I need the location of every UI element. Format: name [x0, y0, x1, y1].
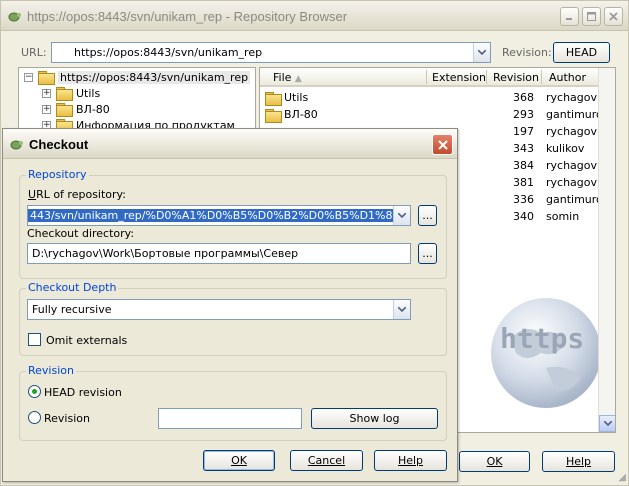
- repository-url-dropdown-arrow[interactable]: [393, 206, 410, 225]
- url-label: URL:: [21, 46, 47, 59]
- maximize-icon: [587, 12, 596, 21]
- close-icon: [609, 12, 618, 21]
- help-button[interactable]: Help: [374, 450, 447, 471]
- head-revision-radio[interactable]: [28, 385, 41, 398]
- folder-icon: [265, 109, 282, 123]
- browse-directory-button[interactable]: ...: [418, 243, 437, 264]
- dialog-titlebar[interactable]: Checkout: [3, 129, 457, 159]
- revision-label: Revision:: [502, 46, 552, 59]
- checkout-depth-select[interactable]: Fully recursive: [27, 299, 411, 320]
- file-list-header: File ▲ Extension Revision Author: [260, 68, 599, 87]
- url-value: https://opos:8443/svn/unikam_rep: [74, 46, 263, 59]
- folder-icon: [265, 92, 282, 106]
- collapse-icon[interactable]: −: [24, 72, 33, 82]
- close-icon: [437, 139, 448, 150]
- file-row[interactable]: Utils 368 rychagov: [260, 89, 599, 106]
- tortoise-icon: [8, 12, 21, 22]
- column-revision[interactable]: Revision: [493, 71, 539, 84]
- revision-group-label: Revision: [26, 364, 76, 377]
- revision-option-label: Revision: [44, 412, 90, 425]
- sort-ascending-icon: ▲: [294, 74, 302, 84]
- omit-externals-checkbox[interactable]: [28, 333, 41, 346]
- url-combobox[interactable]: https://opos:8443/svn/unikam_rep: [51, 42, 491, 63]
- repository-tree[interactable]: − https://opos:8443/svn/unikam_rep + Uti…: [18, 67, 256, 133]
- repository-url-combobox[interactable]: 443/svn/unikam_rep/%D0%A1%D0%B5%D0%B2%D0…: [27, 205, 411, 226]
- column-separator[interactable]: [541, 70, 542, 84]
- dialog-close-button[interactable]: [432, 134, 453, 155]
- column-file[interactable]: File ▲: [273, 71, 302, 84]
- url-dropdown-arrow[interactable]: [473, 43, 490, 62]
- cancel-button[interactable]: Cancel: [290, 450, 363, 471]
- minimize-icon: [566, 18, 572, 20]
- column-separator[interactable]: [486, 70, 487, 84]
- close-button[interactable]: [604, 7, 623, 26]
- tree-root-label: https://opos:8443/svn/unikam_rep: [58, 70, 251, 84]
- expand-icon[interactable]: +: [42, 88, 51, 98]
- expand-icon[interactable]: +: [42, 104, 51, 114]
- main-ok-button[interactable]: OK: [459, 451, 530, 472]
- head-revision-label: HEAD revision: [44, 386, 122, 399]
- tortoise-icon: [10, 140, 23, 150]
- checkout-directory-label: Checkout directory:: [27, 227, 135, 240]
- show-log-button[interactable]: Show log: [311, 408, 438, 429]
- dialog-title: Checkout: [29, 137, 89, 152]
- file-row[interactable]: ВЛ-80 293 gantimurov: [260, 106, 609, 123]
- main-titlebar[interactable]: https://opos:8443/svn/unikam_rep - Repos…: [1, 1, 628, 31]
- tree-item-vl80[interactable]: + ВЛ-80: [42, 101, 110, 117]
- maximize-button[interactable]: [582, 7, 601, 26]
- main-help-button[interactable]: Help: [542, 451, 615, 472]
- https-globe-icon: https: [491, 298, 601, 408]
- watermark-text: https: [500, 322, 584, 355]
- checkout-depth-value: Fully recursive: [32, 303, 112, 316]
- scroll-down-button[interactable]: [599, 415, 615, 432]
- ok-button[interactable]: OK: [203, 450, 275, 471]
- minimize-button[interactable]: [560, 7, 579, 26]
- file-list-scrollbar[interactable]: [598, 68, 615, 432]
- repository-url-value: 443/svn/unikam_rep/%D0%A1%D0%B5%D0%B2%D0…: [28, 209, 393, 222]
- window-title: https://opos:8443/svn/unikam_rep - Repos…: [27, 9, 348, 24]
- tree-item-utils[interactable]: + Utils: [42, 85, 100, 101]
- folder-open-icon: [38, 71, 55, 85]
- browse-repository-button[interactable]: ...: [418, 205, 437, 226]
- chevron-down-icon: [603, 421, 612, 426]
- head-revision-button[interactable]: HEAD: [553, 42, 610, 63]
- checkout-directory-input[interactable]: D:\rychagov\Work\Бортовые программы\Севе…: [27, 243, 411, 264]
- column-separator[interactable]: [426, 70, 427, 84]
- checkout-directory-value: D:\rychagov\Work\Бортовые программы\Севе…: [32, 247, 299, 260]
- chevron-down-icon: [398, 307, 406, 312]
- tree-root-item[interactable]: − https://opos:8443/svn/unikam_rep: [24, 69, 251, 85]
- repository-group-label: Repository: [26, 168, 89, 181]
- folder-icon: [56, 87, 73, 101]
- folder-icon: [56, 103, 73, 117]
- tree-item-label: ВЛ-80: [76, 102, 110, 116]
- column-extension[interactable]: Extension: [432, 71, 486, 84]
- column-author[interactable]: Author: [549, 71, 586, 84]
- revision-number-input[interactable]: [158, 408, 302, 429]
- url-of-repository-label: URL of repository:: [28, 188, 126, 201]
- chevron-down-icon: [398, 213, 406, 218]
- tree-item-label: Utils: [76, 86, 101, 100]
- revision-group: Revision: [19, 364, 447, 441]
- checkout-depth-label: Checkout Depth: [26, 281, 119, 294]
- checkout-dialog: Checkout Repository URL of repository: 4…: [2, 128, 458, 482]
- omit-externals-label: Omit externals: [46, 334, 128, 347]
- chevron-down-icon: [478, 50, 486, 55]
- checkout-depth-dropdown-arrow[interactable]: [393, 300, 410, 319]
- revision-radio[interactable]: [28, 411, 41, 424]
- resize-grip-icon[interactable]: ◢: [618, 472, 626, 483]
